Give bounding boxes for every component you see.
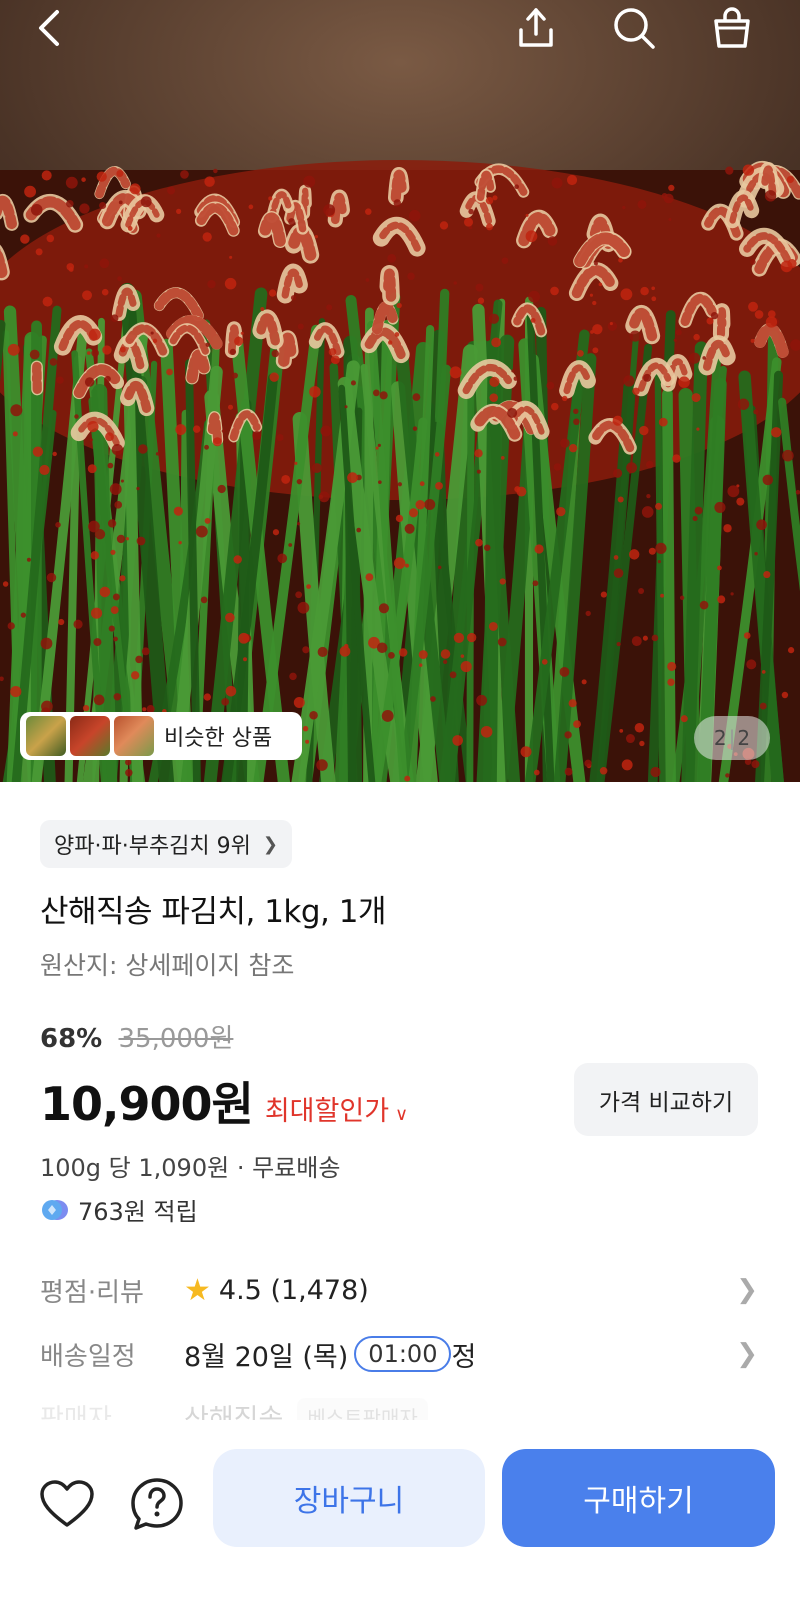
rating-review-row[interactable]: 평점·리뷰 ★ 4.5 (1,478) ❯ (40, 1270, 758, 1310)
points-row: 763원 적립 (40, 1192, 198, 1227)
question-icon (131, 1478, 183, 1530)
share-icon (519, 8, 553, 47)
heart-icon (40, 1480, 94, 1527)
delivery-time: 01:00 (354, 1336, 452, 1372)
unit-price: 100g 당 1,090원 (40, 1154, 230, 1182)
discount-row: 68% 35,000원 (40, 1018, 233, 1055)
cart-button-top[interactable] (710, 6, 754, 50)
chevron-down-icon: ∨ (395, 1104, 409, 1125)
dot-separator: · (236, 1154, 245, 1182)
search-icon (614, 8, 655, 49)
unit-price-row: 100g 당 1,090원 · 무료배송 (40, 1148, 340, 1183)
product-title: 산해직송 파김치, 1kg, 1개 (40, 894, 387, 930)
counter-current: 2 (713, 726, 727, 750)
chevron-right-icon: ❯ (736, 1275, 758, 1305)
add-to-cart-button[interactable]: 장바구니 (213, 1449, 485, 1547)
shipping-info: 무료배송 (252, 1154, 341, 1182)
delivery-date: 8월 20일 (목) (184, 1341, 349, 1373)
max-discount-toggle[interactable]: 최대할인가 ∨ (265, 1089, 408, 1128)
product-origin: 원산지: 상세페이지 참조 (40, 951, 295, 980)
similar-products-label: 비슷한 상품 (164, 726, 273, 751)
chevron-left-icon (39, 10, 59, 46)
chevron-right-icon: ❯ (262, 833, 278, 855)
delivery-suffix: 정 (451, 1341, 477, 1373)
cash-coin-icon (42, 1199, 68, 1220)
inquiry-button[interactable] (127, 1474, 187, 1534)
rating-value: 4.5 (218, 1274, 262, 1306)
delivery-value-group: 8월 20일 (목) 01:00 정 (184, 1335, 476, 1374)
review-count: (1,478) (270, 1274, 369, 1306)
similar-products-button[interactable]: 비슷한 상품 (20, 712, 302, 760)
discount-rate: 68% (40, 1024, 103, 1054)
price-compare-button[interactable]: 가격 비교하기 (574, 1063, 758, 1136)
top-bar (0, 0, 800, 60)
delivery-label: 배송일정 (40, 1341, 136, 1372)
green-onion-kimchi-photo (0, 160, 800, 782)
similar-thumb-2 (70, 716, 110, 756)
counter-separator: | (728, 726, 736, 750)
star-icon: ★ (184, 1272, 211, 1308)
delivery-schedule-row[interactable]: 배송일정 8월 20일 (목) 01:00 정 ❯ (40, 1334, 758, 1374)
price-row: 10,900원 최대할인가 ∨ (40, 1068, 408, 1134)
wishlist-button[interactable] (37, 1474, 97, 1534)
search-button[interactable] (612, 6, 656, 50)
rating-label: 평점·리뷰 (40, 1277, 144, 1308)
sale-price: 10,900원 (40, 1077, 254, 1131)
similar-thumb-3 (114, 716, 154, 756)
category-rank-badge[interactable]: 양파·파·부추김치 9위 ❯ (40, 820, 292, 868)
points-text: 763원 적립 (78, 1198, 198, 1226)
share-button[interactable] (514, 6, 558, 50)
original-price: 35,000원 (118, 1024, 234, 1054)
rating-value-group: ★ 4.5 (1,478) (184, 1273, 369, 1308)
buy-now-button[interactable]: 구매하기 (502, 1449, 775, 1547)
max-discount-label: 최대할인가 (264, 1096, 390, 1127)
bottom-action-bar: 장바구니 구매하기 (0, 1420, 800, 1617)
image-counter: 2 | 2 (694, 716, 770, 760)
chevron-right-icon: ❯ (736, 1339, 758, 1369)
product-image[interactable]: 비슷한 상품 2 | 2 (0, 0, 800, 782)
shopping-bag-icon (714, 7, 750, 48)
counter-total: 2 (737, 726, 751, 750)
back-button[interactable] (28, 6, 72, 50)
rank-label: 양파·파·부추김치 9위 (54, 834, 251, 859)
similar-thumb-1 (26, 716, 66, 756)
